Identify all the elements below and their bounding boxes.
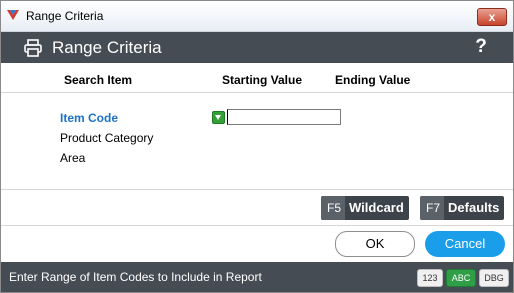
header-divider: [1, 92, 513, 93]
numeric-mode-indicator[interactable]: 123: [417, 269, 443, 287]
page-title: Range Criteria: [52, 38, 162, 57]
window-title: Range Criteria: [26, 9, 104, 23]
starting-value-input[interactable]: [227, 109, 341, 125]
dialog-header: Range Criteria ?: [1, 32, 513, 63]
wildcard-label: Wildcard: [349, 200, 404, 215]
dropdown-lookup-icon[interactable]: [212, 111, 225, 124]
ok-button[interactable]: OK: [335, 231, 415, 257]
help-icon[interactable]: ?: [473, 37, 489, 57]
close-button[interactable]: x: [477, 8, 507, 26]
range-criteria-window: Range Criteria x Range Criteria ? Search…: [0, 0, 514, 293]
column-header-starting-value: Starting Value: [222, 73, 303, 87]
search-item-item-code[interactable]: Item Code: [60, 111, 118, 125]
title-bar[interactable]: Range Criteria x: [1, 1, 513, 32]
app-logo-icon: [6, 8, 20, 22]
wildcard-button[interactable]: F5 Wildcard: [321, 196, 409, 220]
actions-divider: [1, 225, 513, 226]
wildcard-key-label: F5: [321, 196, 346, 220]
list-divider: [1, 189, 513, 190]
search-item-area[interactable]: Area: [60, 151, 85, 165]
defaults-key-label: F7: [420, 196, 445, 220]
column-header-ending-value: Ending Value: [335, 73, 411, 87]
debug-indicator[interactable]: DBG: [479, 269, 509, 287]
status-message: Enter Range of Item Codes to Include in …: [9, 270, 262, 284]
printer-icon: [23, 38, 43, 58]
cancel-button[interactable]: Cancel: [425, 231, 505, 257]
alpha-mode-indicator[interactable]: ABC: [446, 269, 476, 287]
close-icon: x: [488, 10, 496, 24]
defaults-button[interactable]: F7 Defaults: [420, 196, 505, 220]
status-bar: Enter Range of Item Codes to Include in …: [1, 262, 513, 292]
defaults-label: Defaults: [448, 200, 500, 215]
search-item-product-category[interactable]: Product Category: [60, 131, 153, 145]
column-header-search-item: Search Item: [64, 73, 133, 87]
